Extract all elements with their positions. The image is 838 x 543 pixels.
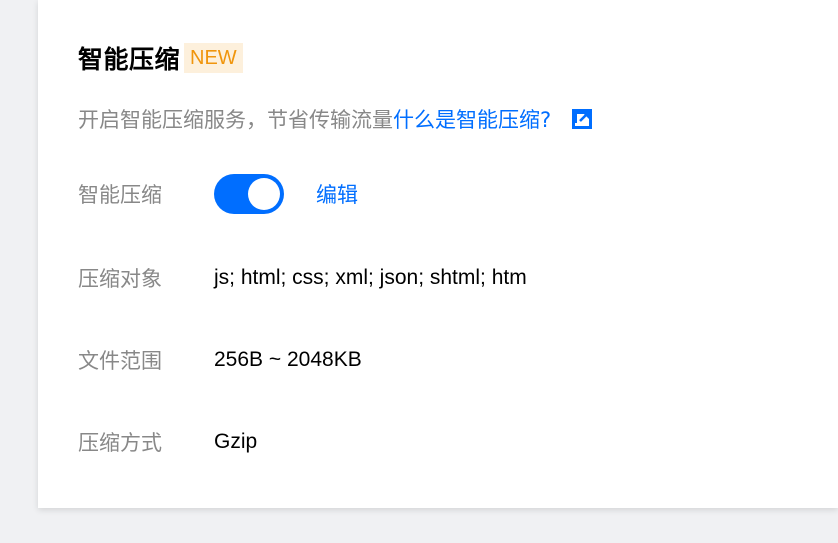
field-label-smart-compression: 智能压缩 [78,183,162,207]
external-link-icon[interactable] [571,108,593,130]
section-description: 开启智能压缩服务，节省传输流量 什么是智能压缩? [78,102,593,136]
field-label-file-range: 文件范围 [78,349,162,373]
field-label-compression-method: 压缩方式 [78,431,162,455]
help-link[interactable]: 什么是智能压缩? [393,104,551,134]
field-smart-compression: 智能压缩 编辑 [78,174,358,214]
field-value-file-range: 256B ~ 2048KB [214,348,362,371]
toggle-knob [248,178,280,210]
field-compression-target: 压缩对象 js; html; css; xml; json; shtml; ht… [78,260,527,296]
edit-button[interactable]: 编辑 [316,179,358,209]
smart-compression-card: 智能压缩 NEW 开启智能压缩服务，节省传输流量 什么是智能压缩? 智能压缩 编… [38,0,838,508]
smart-compression-toggle[interactable] [214,174,284,214]
description-text: 开启智能压缩服务，节省传输流量 [78,108,393,132]
section-title: 智能压缩 [78,45,181,74]
field-label-compression-target: 压缩对象 [78,267,162,291]
section-header: 智能压缩 NEW [78,40,243,76]
field-value-compression-method: Gzip [214,430,258,453]
field-compression-method: 压缩方式 Gzip [78,424,257,460]
new-badge: NEW [184,43,243,73]
field-value-compression-target: js; html; css; xml; json; shtml; htm [214,266,527,289]
field-file-range: 文件范围 256B ~ 2048KB [78,342,362,378]
